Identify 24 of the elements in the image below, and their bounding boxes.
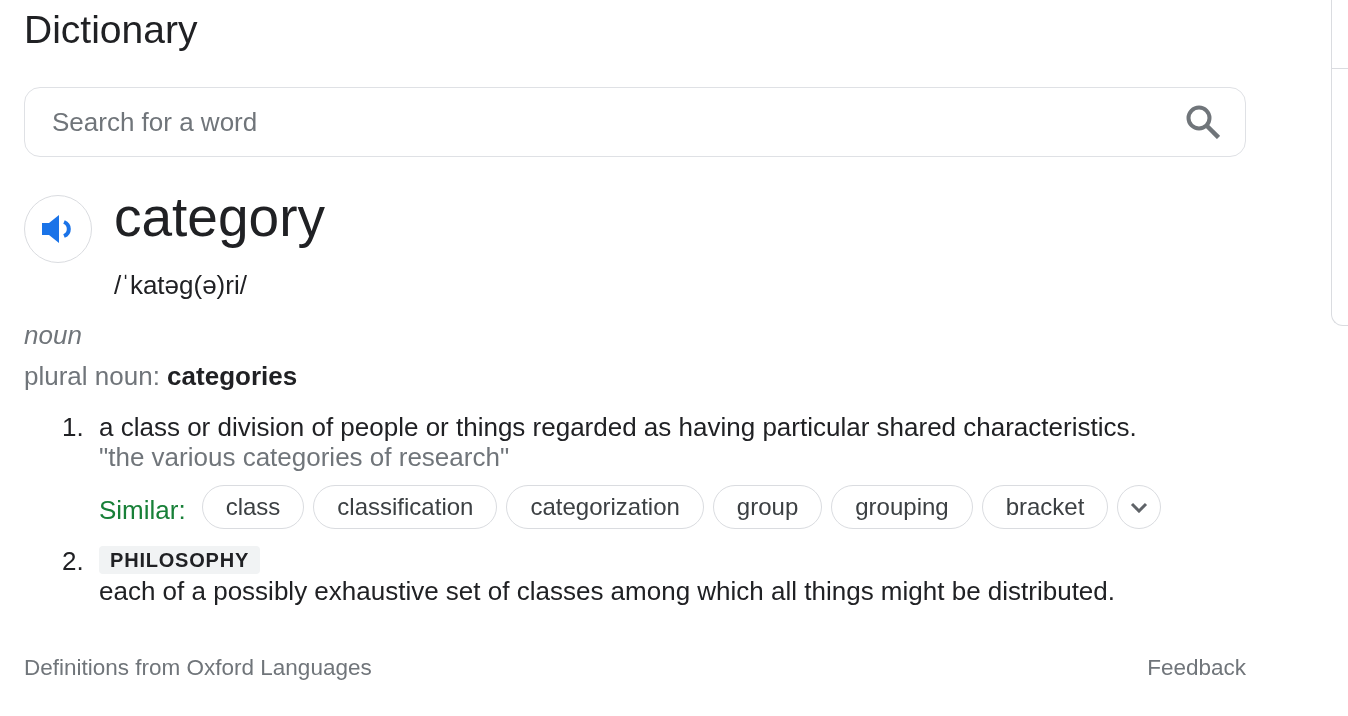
part-of-speech: noun xyxy=(24,320,82,350)
similar-label: Similar: xyxy=(99,494,186,525)
search-icon[interactable] xyxy=(1186,105,1220,139)
sense-number: 2. xyxy=(62,546,85,576)
feedback-link[interactable]: Feedback xyxy=(1147,654,1246,682)
search-field[interactable]: Search for a word xyxy=(24,87,1246,157)
source-text: Definitions from Oxford Languages xyxy=(24,654,372,682)
inflection-text: plural noun: categories xyxy=(24,361,298,391)
similar-word-chip[interactable]: group xyxy=(712,485,823,529)
phonetic-text: /ˈkatəg(ə)ri/ xyxy=(114,270,247,300)
expand-button[interactable] xyxy=(1117,485,1162,529)
example-text: "the various categories of research" xyxy=(99,442,510,472)
similar-word-chip[interactable]: classification xyxy=(313,485,498,529)
domain-label: PHILOSOPHY xyxy=(99,546,261,574)
similar-word-chip[interactable]: grouping xyxy=(831,485,973,529)
similar-word-chip[interactable]: categorization xyxy=(506,485,704,529)
similar-word-chip[interactable]: bracket xyxy=(981,485,1109,529)
headword: category xyxy=(114,185,325,249)
definition-text: a class or division of people or things regarded as having particular shared characteristics. xyxy=(99,412,1137,442)
similar-word-chip[interactable]: class xyxy=(201,485,305,529)
page-title: Dictionary xyxy=(24,8,198,52)
speaker-icon xyxy=(40,214,74,244)
sense-number: 1. xyxy=(62,412,85,442)
definition-text: each of a possibly exhaustive set of classes among which all things might be distributed. xyxy=(99,576,1115,606)
